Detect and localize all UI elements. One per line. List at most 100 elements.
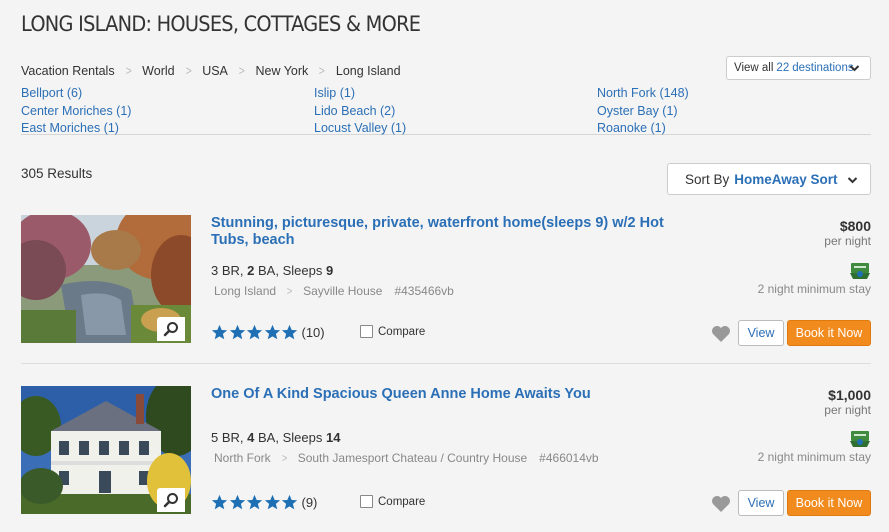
listing-id: #435466vb [394, 284, 454, 298]
star-icon [264, 324, 280, 340]
destination-links: Bellport (6) Center Moriches (1) East Mo… [21, 85, 871, 135]
bedrooms-count: 5 [211, 430, 219, 445]
star-icon [264, 494, 280, 510]
destination-link-east-moriches[interactable]: East Moriches (1) [21, 120, 131, 138]
breadcrumb-item-world[interactable]: World [142, 64, 174, 78]
breadcrumb-item-usa[interactable]: USA [202, 64, 228, 78]
zoom-button[interactable] [157, 317, 185, 341]
listing-title[interactable]: One Of A Kind Spacious Queen Anne Home A… [211, 386, 681, 403]
listing-location: North Fork [214, 451, 271, 465]
rating-stars: (10) [211, 324, 325, 341]
bathrooms-label: BA, Sleeps [258, 430, 323, 445]
heart-icon[interactable] [711, 325, 731, 343]
minimum-stay: 2 night minimum stay [757, 282, 871, 296]
listing-price: $1,000 [828, 387, 871, 403]
review-count[interactable]: (10) [302, 325, 325, 340]
per-night-label: per night [824, 403, 871, 417]
chevron-right-icon: > [281, 451, 288, 465]
per-night-label: per night [824, 234, 871, 248]
listing-id: #466014vb [539, 451, 599, 465]
listing-property-name: South Jamesport Chateau / Country House [297, 451, 528, 465]
rating-stars: (9) [211, 494, 317, 511]
listing-photo[interactable] [21, 215, 191, 343]
view-button[interactable]: View [738, 490, 784, 516]
destination-link-locust-valley[interactable]: Locust Valley (1) [314, 120, 406, 138]
results-count: 305 Results [21, 166, 93, 181]
listing-card: Stunning, picturesque, private, waterfro… [21, 213, 871, 364]
chevron-right-icon: > [185, 63, 192, 78]
heart-icon[interactable] [711, 495, 731, 513]
bedrooms-count: 3 [211, 263, 219, 278]
book-it-now-button[interactable]: Book it Now [787, 490, 871, 516]
compare-label: Compare [378, 325, 426, 338]
sleeps-count: 14 [325, 430, 341, 445]
checkbox[interactable] [360, 495, 373, 508]
bathrooms-label: BA, Sleeps [258, 263, 323, 278]
chevron-right-icon: > [125, 63, 132, 78]
destination-column-3: North Fork (148) Oyster Bay (1) Roanoke … [597, 85, 689, 138]
star-icon [246, 494, 263, 510]
destination-link-islip[interactable]: Islip (1) [314, 85, 406, 103]
listing-photo[interactable] [21, 386, 191, 514]
zoom-button[interactable] [157, 488, 185, 512]
chevron-right-icon: > [319, 63, 326, 78]
destination-column-1: Bellport (6) Center Moriches (1) East Mo… [21, 85, 131, 138]
chevron-right-icon: > [286, 284, 293, 298]
compare-checkbox[interactable]: Compare [360, 325, 425, 338]
destination-link-roanoke[interactable]: Roanoke (1) [597, 120, 689, 138]
star-icon [281, 324, 298, 340]
listing-card: One Of A Kind Spacious Queen Anne Home A… [21, 384, 871, 532]
breadcrumb-item-new-york[interactable]: New York [255, 64, 308, 78]
bathrooms-count: 2 [247, 263, 255, 278]
breadcrumb: Vacation Rentals > World > USA > New Yor… [21, 63, 401, 78]
chevron-right-icon: > [238, 63, 245, 78]
star-icon [211, 324, 228, 340]
checkbox[interactable] [360, 325, 373, 338]
sleeps-count: 9 [325, 263, 334, 278]
star-icon [229, 324, 245, 340]
book-it-now-button[interactable]: Book it Now [787, 320, 871, 346]
star-icon [246, 324, 263, 340]
magnifier-icon [163, 493, 178, 508]
listing-price: $800 [839, 218, 871, 234]
minimum-stay: 2 night minimum stay [757, 450, 871, 464]
sort-dropdown[interactable]: Sort By HomeAway Sort [667, 163, 871, 195]
compare-checkbox[interactable]: Compare [360, 495, 425, 508]
star-icon [211, 494, 228, 510]
chevron-down-icon [847, 177, 858, 184]
destination-link-center-moriches[interactable]: Center Moriches (1) [21, 103, 131, 121]
free-badge-icon [850, 431, 870, 447]
destination-column-2: Islip (1) Lido Beach (2) Locust Valley (… [314, 85, 406, 138]
sort-label: Sort By [685, 171, 730, 187]
destination-link-north-fork[interactable]: North Fork (148) [597, 85, 689, 103]
review-count[interactable]: (9) [302, 495, 318, 510]
destination-link-bellport[interactable]: Bellport (6) [21, 85, 131, 103]
view-button[interactable]: View [738, 320, 784, 346]
star-icon [229, 494, 245, 510]
bedrooms-label: BR, [221, 430, 244, 445]
listing-specs: 5 BR, 4 BA, Sleeps 14 [211, 430, 340, 445]
free-badge-icon [850, 263, 870, 279]
listing-title[interactable]: Stunning, picturesque, private, waterfro… [211, 215, 681, 249]
listing-location: Long Island [214, 284, 277, 298]
destination-link-lido-beach[interactable]: Lido Beach (2) [314, 103, 406, 121]
magnifier-icon [163, 322, 178, 337]
breadcrumb-item-long-island: Long Island [335, 63, 401, 78]
breadcrumb-item-vacation-rentals[interactable]: Vacation Rentals [21, 64, 115, 78]
listing-specs: 3 BR, 2 BA, Sleeps 9 [211, 263, 333, 278]
listing-meta: Long Island > Sayville House #435466vb [214, 284, 454, 298]
view-all-label: View all [734, 62, 774, 74]
destinations-label: destinations [792, 62, 854, 74]
bedrooms-label: BR, [221, 263, 244, 278]
chevron-down-icon [849, 65, 860, 72]
destination-link-oyster-bay[interactable]: Oyster Bay (1) [597, 103, 689, 121]
bathrooms-count: 4 [247, 430, 255, 445]
compare-label: Compare [378, 495, 426, 508]
star-icon [281, 494, 298, 510]
listing-property-name: Sayville House [303, 284, 383, 298]
page-title: LONG ISLAND: HOUSES, COTTAGES & MORE [21, 12, 421, 36]
view-all-destinations-button[interactable]: View all 22 destinations [726, 56, 871, 80]
listing-meta: North Fork > South Jamesport Chateau / C… [214, 451, 599, 465]
sort-value: HomeAway Sort [734, 171, 838, 187]
destination-count: 22 [776, 62, 790, 74]
